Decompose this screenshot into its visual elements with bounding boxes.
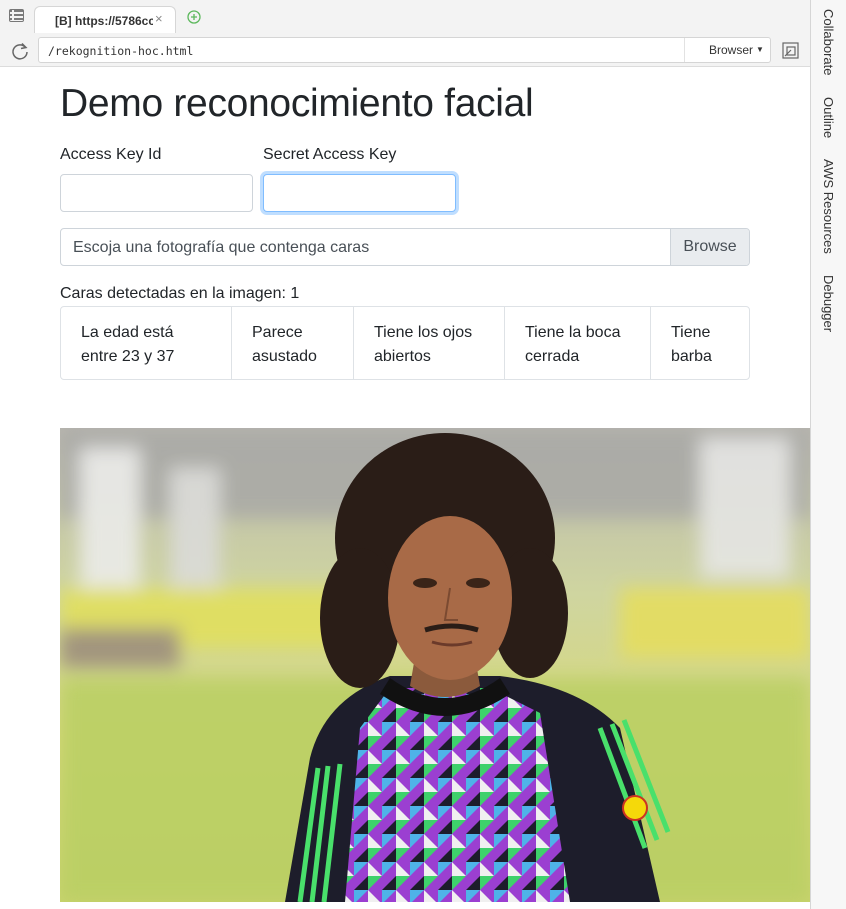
sidetab-debugger[interactable]: Debugger <box>821 275 836 332</box>
browser-select[interactable]: Browser ▼ <box>684 38 770 62</box>
sidetab-outline[interactable]: Outline <box>821 97 836 138</box>
attribute-text: entre 23 y 37 <box>81 348 175 365</box>
faces-label: Caras detectadas en la imagen: <box>60 285 286 302</box>
side-panel: Collaborate Outline AWS Resources Debugg… <box>810 0 846 909</box>
attribute-cell-emotion: Parece asustado <box>232 307 354 379</box>
attribute-text: abiertos <box>374 348 431 365</box>
sidetab-collaborate[interactable]: Collaborate <box>821 9 836 76</box>
page-title: Demo reconocimiento facial <box>60 82 534 125</box>
menu-icon[interactable] <box>8 8 26 24</box>
faces-count: 1 <box>290 285 300 302</box>
tab-title: [B] https://5786cc <box>55 14 153 28</box>
faces-detected: Caras detectadas en la imagen: 1 <box>60 285 299 303</box>
attribute-cell-mouth: Tiene la boca cerrada <box>505 307 651 379</box>
attribute-text: Tiene <box>671 324 711 341</box>
secret-key-input[interactable] <box>263 174 456 212</box>
attribute-text: La edad está <box>81 324 174 341</box>
popout-icon[interactable] <box>782 42 799 59</box>
page-content: Demo reconocimiento facial Access Key Id… <box>0 68 810 909</box>
attribute-text: asustado <box>252 348 317 365</box>
attribute-text: cerrada <box>525 348 580 365</box>
attribute-text: Tiene la boca <box>525 324 621 341</box>
attribute-cell-age: La edad está entre 23 y 37 <box>61 307 232 379</box>
refresh-icon[interactable] <box>10 41 30 61</box>
caret-down-icon: ▼ <box>756 45 764 54</box>
face-attributes-table: La edad está entre 23 y 37 Parece asusta… <box>60 306 750 380</box>
file-input[interactable]: Escoja una fotografía que contenga caras… <box>60 228 750 266</box>
url-field[interactable]: /rekognition-hoc.html Browser ▼ <box>38 37 771 63</box>
access-key-label: Access Key Id <box>60 146 162 163</box>
attribute-text: Tiene los ojos <box>374 324 473 341</box>
browser-select-label: Browser <box>709 43 754 57</box>
browser-tab[interactable]: [B] https://5786cc × <box>34 6 176 34</box>
secret-key-label: Secret Access Key <box>263 146 397 163</box>
sidetab-aws-resources[interactable]: AWS Resources <box>821 159 836 254</box>
address-bar: /rekognition-hoc.html Browser ▼ <box>0 33 810 67</box>
close-icon[interactable]: × <box>155 12 163 26</box>
tab-bar: [B] https://5786cc × <box>0 0 810 34</box>
url-text: /rekognition-hoc.html <box>48 44 194 58</box>
attribute-text: Parece <box>252 324 303 341</box>
uploaded-photo <box>60 428 810 902</box>
new-tab-icon[interactable] <box>187 10 201 24</box>
attribute-cell-eyes: Tiene los ojos abiertos <box>354 307 505 379</box>
attribute-text: barba <box>671 348 712 365</box>
browse-button[interactable]: Browse <box>670 229 749 265</box>
access-key-input[interactable] <box>60 174 253 212</box>
attribute-cell-beard: Tiene barba <box>651 307 749 379</box>
file-input-placeholder: Escoja una fotografía que contenga caras <box>73 239 370 256</box>
